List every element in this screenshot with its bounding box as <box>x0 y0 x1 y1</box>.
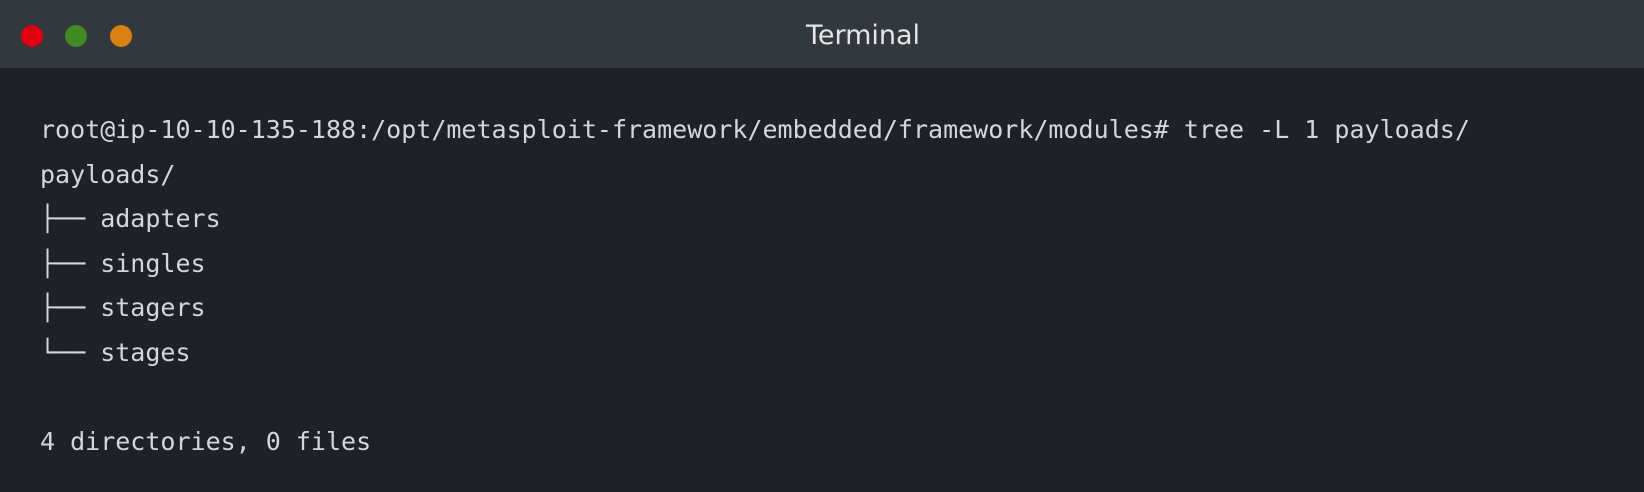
terminal-output[interactable]: root@ip-10-10-135-188:/opt/metasploit-fr… <box>40 108 1620 465</box>
tree-entry-singles: ├── singles <box>40 248 206 278</box>
title-bar: Terminal <box>0 0 1644 68</box>
command-line: root@ip-10-10-135-188:/opt/metasploit-fr… <box>40 115 1470 144</box>
tree-root: payloads/ <box>40 159 176 189</box>
terminal-window: Terminal root@ip-10-10-135-188:/opt/meta… <box>0 0 1644 492</box>
tree-entry-stages: └── stages <box>40 337 191 367</box>
window-title: Terminal <box>805 20 921 51</box>
summary-line: 4 directories, 0 files <box>40 427 372 456</box>
tree-entry-adapters: ├── adapters <box>40 204 221 233</box>
tree-entry-stagers: ├── stagers <box>40 293 206 322</box>
